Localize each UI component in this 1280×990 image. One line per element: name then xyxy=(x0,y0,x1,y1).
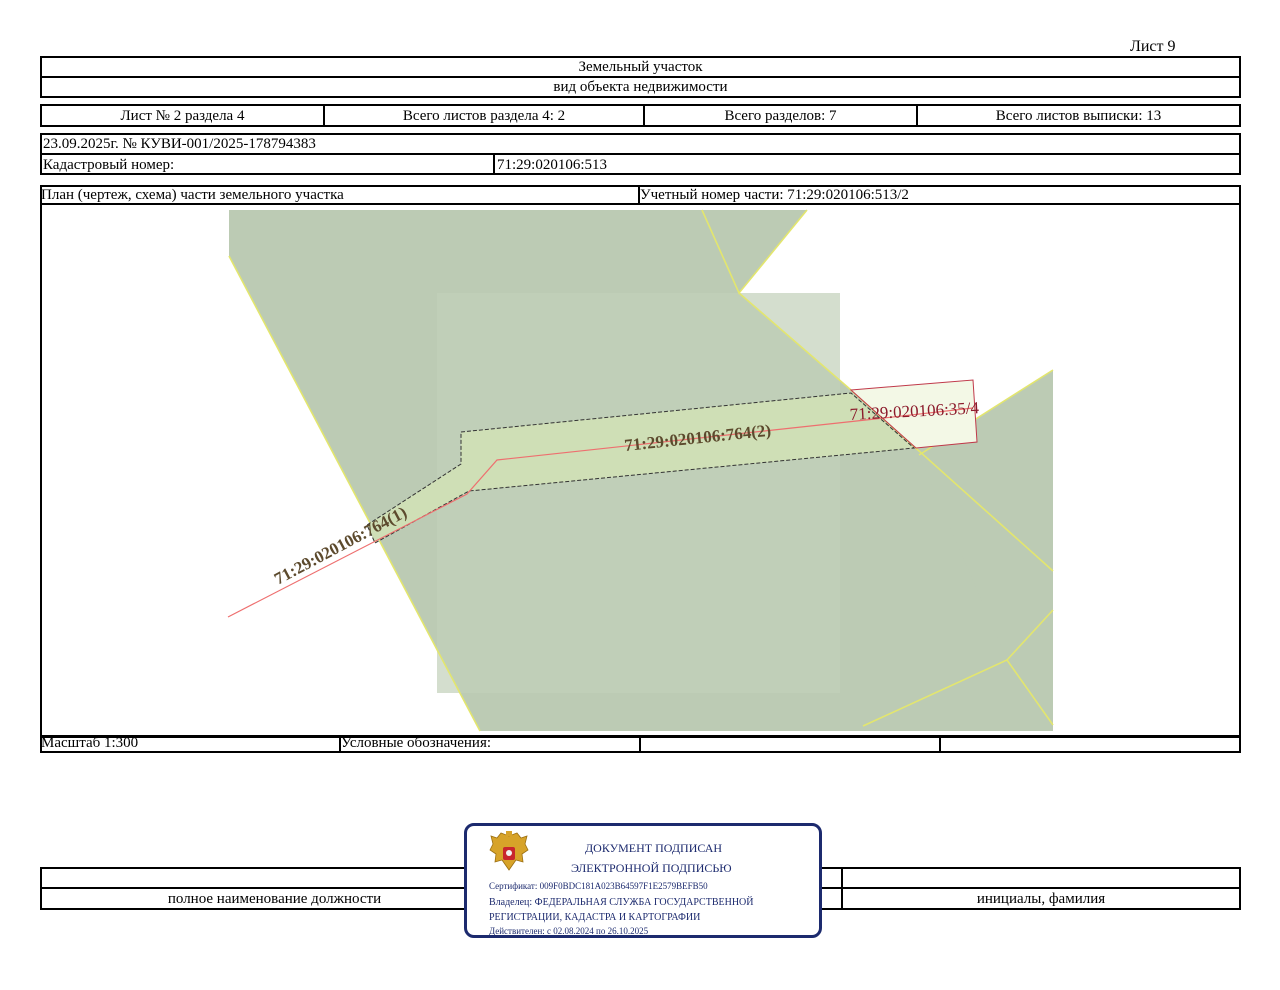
doc-info-divider xyxy=(40,153,1241,155)
scale-divider-3 xyxy=(939,735,941,753)
stamp-owner-line1: Владелец: ФЕДЕРАЛЬНАЯ СЛУЖБА ГОСУДАРСТВЕ… xyxy=(489,897,754,908)
stamp-certificate: Сертификат: 009F0BDC181A023B64597F1E2579… xyxy=(489,881,708,891)
total-sheets-section: Всего листов раздела 4: 2 xyxy=(402,108,566,124)
scale-label: Масштаб 1:300 xyxy=(41,735,139,751)
sheet-label: Лист 9 xyxy=(1130,38,1176,55)
signature-stamp: ДОКУМЕНТ ПОДПИСАН ЭЛЕКТРОННОЙ ПОДПИСЬЮ С… xyxy=(464,823,822,938)
stamp-line2: ЭЛЕКТРОННОЙ ПОДПИСЬЮ xyxy=(571,861,732,875)
cadastral-map: 71:29:020106:764(1) 71:29:020106:764(2) … xyxy=(227,209,1054,732)
cadastral-value: 71:29:020106:513 xyxy=(497,157,608,173)
total-sheets-extract: Всего листов выписки: 13 xyxy=(995,108,1162,124)
object-kind: вид объекта недвижимости xyxy=(553,79,728,95)
sheet-of-section: Лист № 2 раздела 4 xyxy=(120,108,245,124)
cadastral-label: Кадастровый номер: xyxy=(43,157,175,173)
stamp-owner-line2: РЕГИСТРАЦИИ, КАДАСТРА И КАРТОГРАФИИ xyxy=(489,912,701,923)
scale-divider-2 xyxy=(639,735,641,753)
cadastral-divider xyxy=(493,153,495,175)
stamp-line1: ДОКУМЕНТ ПОДПИСАН xyxy=(585,841,723,855)
coat-of-arms-icon xyxy=(489,831,529,871)
date-number: 23.09.2025г. № КУВИ-001/2025-178794383 xyxy=(43,136,316,152)
plan-title: План (чертеж, схема) части земельного уч… xyxy=(41,187,344,203)
legend-label: Условные обозначения: xyxy=(341,735,492,751)
object-title: Земельный участок xyxy=(578,59,703,75)
position-caption: полное наименование должности xyxy=(167,891,382,907)
parcel-inner-zone xyxy=(437,293,840,693)
part-number: Учетный номер части: 71:29:020106:513/2 xyxy=(640,187,909,203)
name-caption: инициалы, фамилия xyxy=(976,891,1106,907)
total-sections: Всего разделов: 7 xyxy=(724,108,837,124)
stamp-validity: Действителен: с 02.08.2024 по 26.10.2025 xyxy=(489,926,649,936)
